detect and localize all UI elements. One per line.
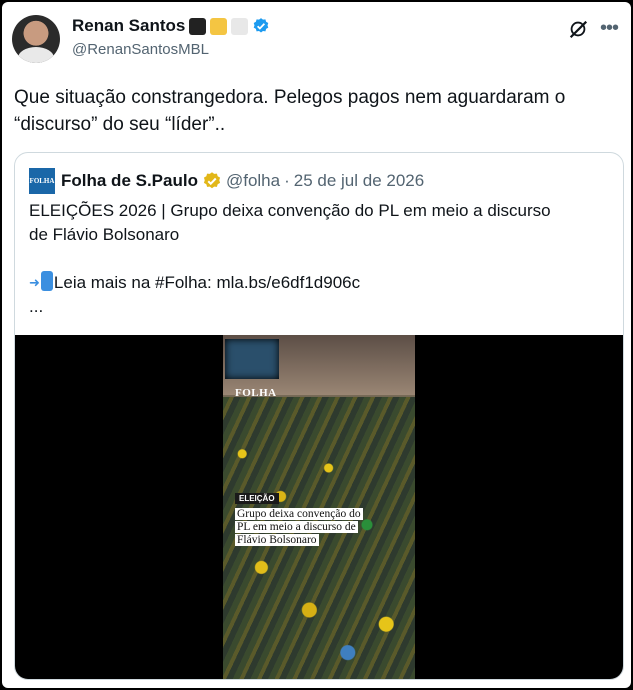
quoted-text: ELEIÇÕES 2026 | Grupo deixa convenção do…	[29, 199, 614, 319]
author-name-row[interactable]: Renan Santos	[72, 14, 270, 38]
avatar[interactable]	[12, 15, 60, 63]
quoted-handle[interactable]: @folha	[226, 171, 280, 191]
grok-icon[interactable]	[567, 18, 589, 40]
quoted-tweet[interactable]: FOLHA Folha de S.Paulo @folha · 25 de ju…	[14, 152, 624, 680]
video-brand: FOLHA	[235, 387, 277, 399]
video-caption: Grupo deixa convenção do PL em meio a di…	[235, 508, 375, 547]
tweet-text-line-2: “discurso” do seu “líder”..	[14, 114, 226, 135]
quoted-text-line-2: de Flávio Bolsonaro	[29, 225, 180, 244]
video-player[interactable]: FOLHA ELEIÇÃO Grupo deixa convenção do P…	[15, 335, 623, 679]
tweet-card: Renan Santos @RenanSantosMBL ••• Que sit…	[2, 2, 631, 688]
quoted-author-name[interactable]: Folha de S.Paulo	[61, 171, 198, 191]
black-square-emoji	[189, 17, 207, 35]
quoted-text-line-1: ELEIÇÕES 2026 | Grupo deixa convenção do…	[29, 201, 551, 220]
quoted-separator: ·	[284, 171, 290, 190]
arrow-icon: ➜	[29, 275, 40, 290]
yellow-square-emoji	[210, 17, 228, 35]
quoted-ellipsis: ...	[29, 297, 44, 316]
quoted-link-line: ➜ Leia mais na #Folha: mla.bs/e6df1d906c	[29, 271, 614, 295]
video-caption-text: Grupo deixa convenção do PL em meio a di…	[235, 508, 363, 546]
verified-badge-icon	[254, 18, 269, 33]
folha-logo[interactable]: FOLHA	[29, 168, 55, 194]
author-name[interactable]: Renan Santos	[72, 16, 185, 36]
tweet-text-line-1: Que situação constrangedora. Pelegos pag…	[14, 87, 566, 108]
author-handle[interactable]: @RenanSantosMBL	[72, 41, 209, 58]
quoted-date[interactable]: 25 de jul de 2026	[294, 171, 424, 191]
tweet-text: Que situação constrangedora. Pelegos pag…	[14, 84, 626, 138]
quoted-header: FOLHA Folha de S.Paulo @folha · 25 de ju…	[29, 168, 424, 194]
quoted-link-text[interactable]: Leia mais na #Folha: mla.bs/e6df1d906c	[54, 273, 360, 292]
white-square-emoji	[231, 17, 249, 35]
more-icon[interactable]: •••	[600, 18, 619, 38]
mobile-phone-icon	[40, 271, 53, 291]
video-tag: ELEIÇÃO	[235, 493, 279, 504]
venue-screen	[225, 339, 279, 379]
gold-verified-badge-icon	[203, 172, 221, 189]
video-frame[interactable]: FOLHA ELEIÇÃO Grupo deixa convenção do P…	[223, 335, 415, 679]
